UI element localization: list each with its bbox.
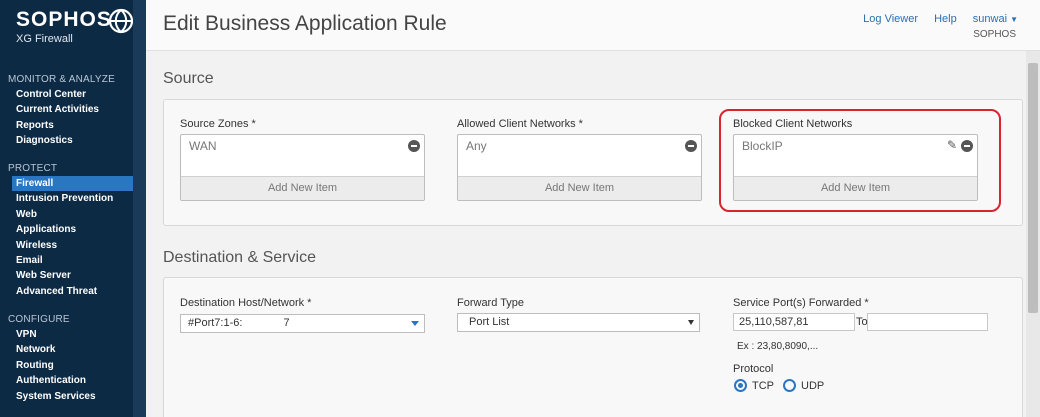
help-link[interactable]: Help bbox=[934, 13, 957, 25]
service-port-input[interactable]: 25,110,587,81 bbox=[733, 313, 855, 331]
destination-host-label: Destination Host/Network * bbox=[180, 297, 312, 309]
nav-item-current-activities[interactable]: Current Activities bbox=[0, 102, 146, 117]
nav-item-routing[interactable]: Routing bbox=[0, 358, 146, 373]
nav-item-control-center[interactable]: Control Center bbox=[0, 87, 146, 102]
service-port-to-input[interactable] bbox=[867, 313, 988, 331]
nav-heading-configure: CONFIGURE bbox=[8, 314, 70, 325]
allowed-networks-list: Any Add New Item bbox=[457, 134, 702, 201]
protocol-udp-label: UDP bbox=[801, 380, 825, 392]
nav-item-wireless[interactable]: Wireless bbox=[0, 238, 146, 253]
header-links: Log Viewer Help sunwai ▼ bbox=[850, 13, 1018, 25]
service-port-example: Ex : 23,80,8090,... bbox=[737, 341, 819, 352]
source-zone-item: WAN bbox=[189, 139, 217, 153]
chevron-down-icon bbox=[411, 321, 419, 326]
allowed-networks-label: Allowed Client Networks * bbox=[457, 118, 583, 130]
destination-host-value-suffix: 7 bbox=[283, 317, 290, 329]
remove-allowed-network-icon[interactable] bbox=[685, 140, 697, 152]
nav-item-email[interactable]: Email bbox=[0, 253, 146, 268]
nav-section-configure: CONFIGURE VPN Network Routing Authentica… bbox=[0, 313, 146, 404]
destination-section-title: Destination & Service bbox=[163, 249, 316, 266]
allowed-network-item: Any bbox=[466, 139, 487, 153]
service-port-to-label: To bbox=[856, 316, 868, 328]
nav-heading-monitor: MONITOR & ANALYZE bbox=[8, 74, 115, 85]
sophos-globe-icon bbox=[108, 8, 134, 34]
destination-host-value: #Port7:1-6: bbox=[188, 317, 243, 329]
nav-heading-protect: PROTECT bbox=[8, 163, 58, 174]
protocol-tcp-label: TCP bbox=[752, 380, 774, 392]
nav-item-authentication[interactable]: Authentication bbox=[0, 373, 146, 388]
forward-type-label: Forward Type bbox=[457, 297, 525, 309]
protocol-udp-radio[interactable] bbox=[783, 379, 796, 392]
log-viewer-link[interactable]: Log Viewer bbox=[863, 13, 918, 25]
nav-item-applications[interactable]: Applications bbox=[0, 222, 146, 237]
forward-type-select[interactable]: Port List bbox=[457, 313, 700, 332]
source-zones-label: Source Zones * bbox=[180, 118, 256, 130]
service-port-label: Service Port(s) Forwarded * bbox=[733, 297, 869, 309]
red-highlight-annotation bbox=[719, 109, 1001, 212]
nav-item-advanced-threat[interactable]: Advanced Threat bbox=[0, 284, 146, 299]
brand-product: XG Firewall bbox=[16, 33, 73, 45]
header-org: SOPHOS bbox=[973, 29, 1016, 40]
brand-name: SOPHOS bbox=[16, 8, 112, 31]
scrollbar-thumb[interactable] bbox=[1028, 63, 1038, 313]
nav-item-web-server[interactable]: Web Server bbox=[0, 268, 146, 283]
page-header: Edit Business Application Rule Log Viewe… bbox=[146, 0, 1040, 51]
remove-source-zone-icon[interactable] bbox=[408, 140, 420, 152]
sidebar: SOPHOS XG Firewall MONITOR & ANALYZE Con… bbox=[0, 0, 146, 417]
nav-item-diagnostics[interactable]: Diagnostics bbox=[0, 133, 146, 148]
sidebar-divider bbox=[133, 0, 146, 417]
protocol-tcp-radio[interactable] bbox=[734, 379, 747, 392]
nav-section-protect: PROTECT Firewall Intrusion Prevention We… bbox=[0, 162, 146, 299]
user-name: sunwai bbox=[972, 13, 1008, 25]
user-menu[interactable]: sunwai ▼ bbox=[973, 13, 1018, 25]
protocol-label: Protocol bbox=[733, 363, 774, 375]
nav-item-firewall[interactable]: Firewall bbox=[12, 176, 133, 192]
brand: SOPHOS XG Firewall bbox=[16, 8, 112, 45]
main-content: Source Source Zones * WAN Add New Item A… bbox=[146, 51, 1026, 417]
allowed-networks-add-button[interactable]: Add New Item bbox=[458, 176, 701, 200]
nav-item-reports[interactable]: Reports bbox=[0, 118, 146, 133]
nav-item-web[interactable]: Web bbox=[0, 207, 146, 222]
source-section-title: Source bbox=[163, 70, 214, 87]
forward-type-value: Port List bbox=[469, 316, 510, 328]
chevron-down-icon: ▼ bbox=[1010, 15, 1018, 24]
destination-panel: Destination Host/Network * #Port7:1-6: 7… bbox=[163, 277, 1023, 417]
source-zones-add-button[interactable]: Add New Item bbox=[181, 176, 424, 200]
nav-item-vpn[interactable]: VPN bbox=[0, 327, 146, 342]
vertical-scrollbar[interactable] bbox=[1026, 51, 1040, 417]
nav-item-intrusion-prevention[interactable]: Intrusion Prevention bbox=[0, 191, 146, 206]
source-zones-list: WAN Add New Item bbox=[180, 134, 425, 201]
destination-host-select[interactable]: #Port7:1-6: 7 bbox=[180, 314, 425, 333]
chevron-down-icon bbox=[688, 320, 694, 325]
nav-section-monitor: MONITOR & ANALYZE Control Center Current… bbox=[0, 73, 146, 149]
nav-item-network[interactable]: Network bbox=[0, 342, 146, 357]
nav-item-system-services[interactable]: System Services bbox=[0, 389, 146, 404]
page-title: Edit Business Application Rule bbox=[163, 12, 447, 35]
